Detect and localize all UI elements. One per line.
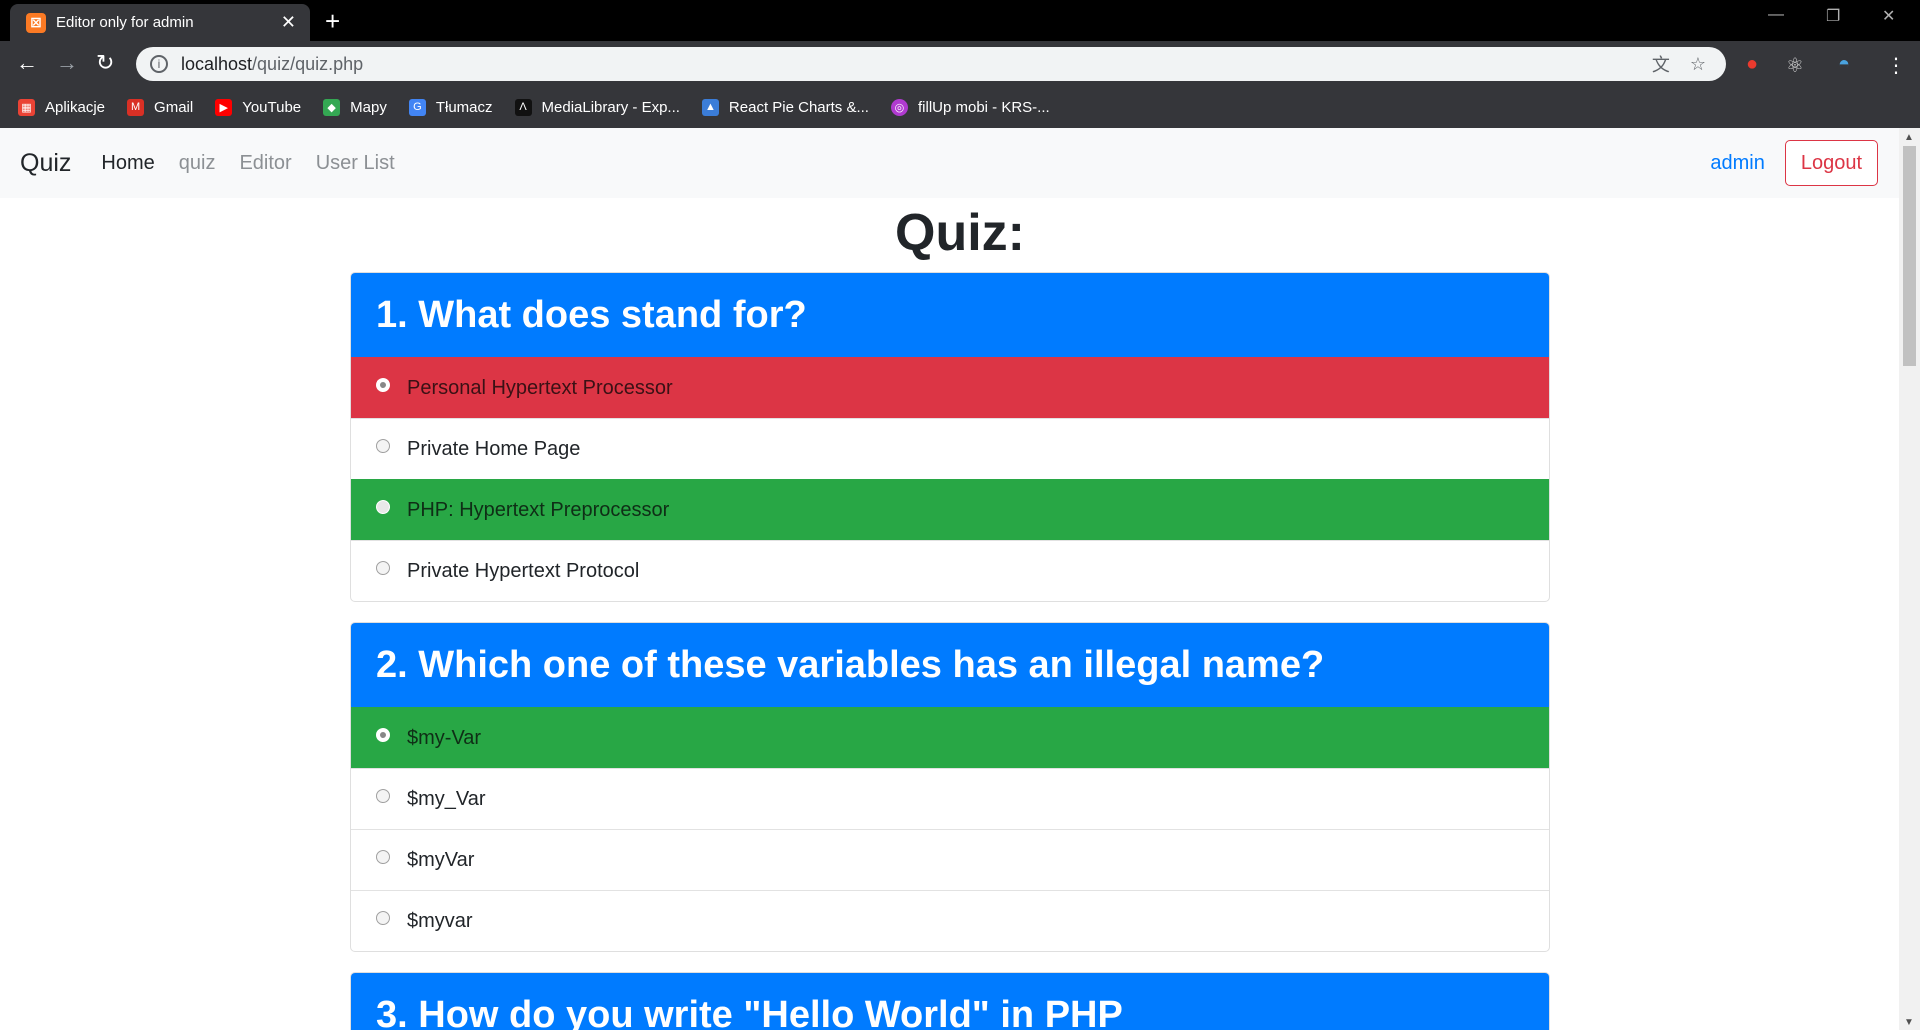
translate-icon: G	[408, 98, 426, 116]
tab-close-icon[interactable]: ✕	[281, 12, 296, 33]
answer-option[interactable]: $myvar	[351, 890, 1549, 951]
youtube-icon: ▶	[215, 98, 233, 116]
reload-icon[interactable]: ↻	[96, 50, 114, 76]
xampp-favicon-icon: ⊠	[26, 12, 46, 33]
answer-option[interactable]: $my-Var	[351, 707, 1549, 768]
answer-label: Personal Hypertext Processor	[407, 376, 673, 399]
browser-toolbar: ← → ↻ i localhost/quiz/quiz.php 文 ☆ ● ⚛ …	[0, 41, 1920, 86]
radio-button[interactable]	[376, 439, 390, 453]
browser-tabstrip: ⊠ Editor only for admin ✕ + — ❐ ✕	[0, 0, 1920, 41]
user-link[interactable]: admin	[1710, 152, 1764, 175]
answer-option[interactable]: PHP: Hypertext Preprocessor	[351, 479, 1549, 540]
adblock-extension-icon[interactable]: ●	[1746, 53, 1758, 76]
bookmark-tlumacz[interactable]: G Tłumacz	[408, 98, 493, 116]
address-bar[interactable]: i localhost/quiz/quiz.php 文 ☆	[136, 47, 1726, 81]
answer-label: $myVar	[407, 848, 475, 871]
answer-label: $myvar	[407, 909, 473, 932]
answer-option[interactable]: Private Home Page	[351, 418, 1549, 479]
page-scrollbar[interactable]: ▲ ▼	[1899, 128, 1920, 1030]
nav-link-user-list[interactable]: User List	[316, 152, 395, 175]
logout-button[interactable]: Logout	[1784, 140, 1878, 186]
bookmark-star-icon[interactable]: ☆	[1690, 54, 1706, 75]
menu-kebab-icon[interactable]: ⋮	[1886, 53, 1906, 78]
radio-button[interactable]	[376, 850, 390, 864]
nav-link-quiz[interactable]: quiz	[179, 152, 216, 175]
answer-label: Private Hypertext Protocol	[407, 559, 640, 582]
restore-icon[interactable]: ❐	[1826, 6, 1840, 26]
scroll-up-icon[interactable]: ▲	[1904, 132, 1914, 143]
bookmark-aplikacje[interactable]: ▦ Aplikacje	[18, 98, 105, 116]
navbar-brand[interactable]: Quiz	[20, 149, 71, 178]
answer-label: $my_Var	[407, 787, 486, 810]
answer-option[interactable]: Private Hypertext Protocol	[351, 540, 1549, 601]
bookmark-react-pie-charts[interactable]: ▲ React Pie Charts &...	[701, 98, 869, 116]
radio-button[interactable]	[376, 789, 390, 803]
fillup-icon: ◎	[890, 98, 908, 116]
bookmark-mapy[interactable]: ◆ Mapy	[323, 98, 387, 116]
answer-option[interactable]: $myVar	[351, 829, 1549, 890]
question-title: 2. Which one of these variables has an i…	[351, 623, 1549, 707]
answer-option[interactable]: Personal Hypertext Processor	[351, 357, 1549, 418]
question-card: 1. What does stand for? Personal Hyperte…	[350, 272, 1550, 602]
scrollbar-thumb[interactable]	[1903, 146, 1916, 366]
question-title: 1. What does stand for?	[351, 273, 1549, 357]
translate-page-icon[interactable]: 文	[1652, 51, 1670, 77]
window-close-icon[interactable]: ✕	[1882, 6, 1895, 26]
radio-button[interactable]	[376, 378, 390, 392]
gmail-icon: M	[127, 98, 145, 116]
scroll-down-icon[interactable]: ▼	[1904, 1017, 1914, 1028]
back-icon[interactable]: ←	[16, 50, 38, 76]
new-tab-icon[interactable]: +	[325, 6, 340, 37]
bookmark-medialibrary[interactable]: Λ MediaLibrary - Exp...	[514, 98, 680, 116]
react-devtools-icon[interactable]: ⚛	[1786, 53, 1804, 78]
radio-button[interactable]	[376, 561, 390, 575]
answer-option[interactable]: $my_Var	[351, 768, 1549, 829]
navbar-user-area: admin Logout	[1710, 140, 1878, 186]
radio-button[interactable]	[376, 728, 390, 742]
maps-icon: ◆	[323, 98, 341, 116]
forward-icon[interactable]: →	[56, 50, 78, 76]
question-card: 2. Which one of these variables has an i…	[350, 622, 1550, 952]
nav-link-home[interactable]: Home	[101, 152, 154, 175]
medialibrary-icon: Λ	[514, 98, 532, 116]
site-navbar: Quiz Home quiz Editor User List admin Lo…	[0, 128, 1920, 198]
apps-grid-icon: ▦	[18, 98, 35, 116]
react-pie-icon: ▲	[701, 98, 719, 116]
bookmarks-bar: ▦ Aplikacje M Gmail ▶ YouTube ◆ Mapy G Tłumac…	[0, 86, 1920, 128]
nav-link-editor[interactable]: Editor	[239, 152, 291, 175]
page-viewport: Quiz Home quiz Editor User List admin Lo…	[0, 128, 1920, 1030]
url-text[interactable]: localhost/quiz/quiz.php	[181, 54, 1652, 75]
question-card: 3. How do you write "Hello World" in PHP	[350, 972, 1550, 1030]
profile-extension-icon[interactable]: ◓	[1838, 53, 1850, 76]
tab-title: Editor only for admin	[56, 14, 194, 31]
answer-label: PHP: Hypertext Preprocessor	[407, 498, 670, 521]
page-title: Quiz:	[895, 204, 1025, 262]
answer-label: $my-Var	[407, 726, 482, 749]
answer-label: Private Home Page	[407, 437, 581, 460]
browser-tab[interactable]: ⊠ Editor only for admin ✕	[10, 4, 310, 41]
bookmark-youtube[interactable]: ▶ YouTube	[215, 98, 301, 116]
bookmark-gmail[interactable]: M Gmail	[127, 98, 193, 116]
question-title: 3. How do you write "Hello World" in PHP	[351, 973, 1549, 1030]
bookmark-fillup[interactable]: ◎ fillUp mobi - KRS-...	[890, 98, 1050, 116]
minimize-icon[interactable]: —	[1768, 6, 1784, 24]
site-info-icon[interactable]: i	[150, 55, 168, 73]
radio-button[interactable]	[376, 500, 390, 514]
radio-button[interactable]	[376, 911, 390, 925]
